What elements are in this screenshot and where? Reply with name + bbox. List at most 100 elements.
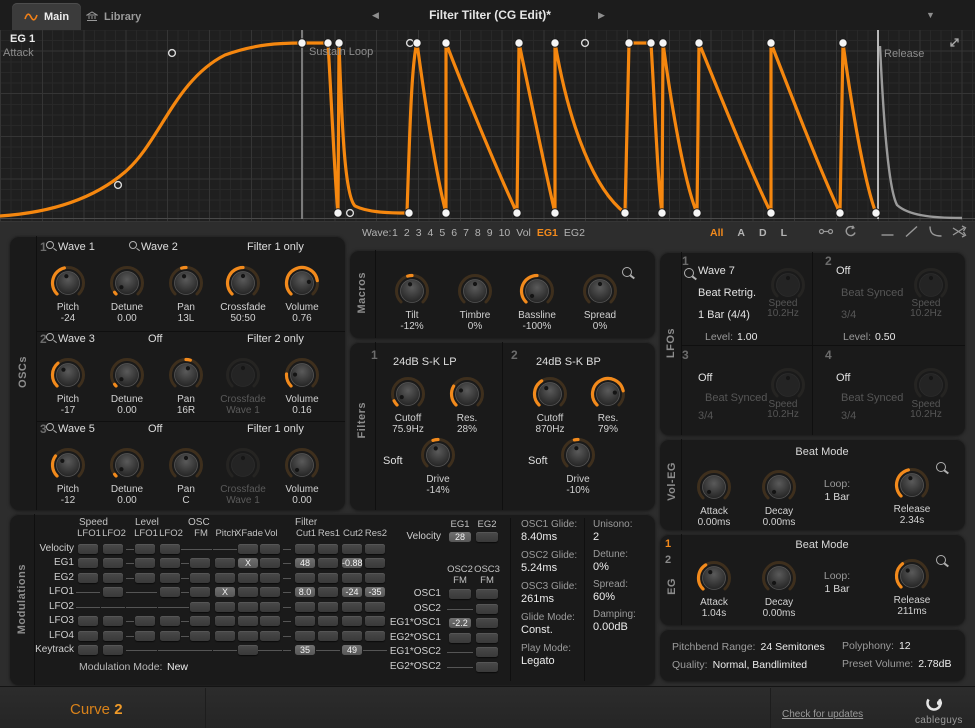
link-icon[interactable]	[818, 225, 834, 238]
osc2-detune-knob[interactable]: Detune0.00	[98, 353, 156, 416]
knob-dial[interactable]	[105, 261, 149, 305]
matrix-slot[interactable]	[238, 645, 258, 655]
random-shape-icon[interactable]	[952, 225, 969, 238]
glide-value[interactable]: 261ms	[521, 593, 554, 605]
unisono-value[interactable]: 2	[593, 531, 599, 543]
matrix-slot[interactable]	[215, 602, 235, 612]
matrix-slot[interactable]	[78, 631, 98, 641]
matrix-slot[interactable]	[260, 573, 280, 583]
eg-release-knob[interactable]: Release211ms	[883, 554, 941, 617]
matrix-slot[interactable]	[318, 587, 338, 597]
matrix-slot[interactable]	[295, 631, 315, 641]
filter1-cutoff-knob[interactable]: Cutoff75.9Hz	[379, 372, 437, 435]
osc3-pitch-knob[interactable]: Pitch-12	[39, 443, 97, 506]
matrix-slot[interactable]	[260, 616, 280, 626]
matrix-slot[interactable]	[160, 558, 180, 568]
knob-dial[interactable]	[164, 443, 208, 487]
macro-spread-knob[interactable]: Spread0%	[571, 269, 629, 332]
glide-value[interactable]: Legato	[521, 655, 555, 667]
lfo4-rate[interactable]: 3/4	[841, 410, 856, 422]
curve-handle[interactable]	[115, 182, 122, 189]
curve-handle[interactable]	[582, 40, 589, 47]
eg-curve[interactable]	[0, 43, 876, 216]
matrix-slot[interactable]	[215, 616, 235, 626]
filter2-drive-knob[interactable]: Drive-10%	[549, 433, 607, 496]
menu-dropdown-button[interactable]: ▼	[926, 10, 935, 20]
knob-dial[interactable]	[164, 353, 208, 397]
knob-dial[interactable]	[692, 556, 736, 600]
wave-select-3[interactable]: 3	[416, 227, 422, 239]
unisono-value[interactable]: 0.00dB	[593, 621, 628, 633]
osc1-pan-knob[interactable]: Pan13L	[157, 261, 215, 324]
osc1-pitch-knob[interactable]: Pitch-24	[39, 261, 97, 324]
lfo2-level[interactable]: Level:0.50	[843, 331, 895, 343]
matrix-slot[interactable]	[342, 631, 362, 641]
curve-handle[interactable]	[347, 210, 354, 217]
matrix-slot[interactable]	[215, 573, 235, 583]
matrix-slot[interactable]	[103, 573, 123, 583]
curve-point[interactable]	[658, 209, 666, 217]
knob-dial[interactable]	[386, 372, 430, 416]
step-shape-icon[interactable]	[880, 225, 895, 238]
filter2-drive-mode[interactable]: Soft	[528, 455, 548, 467]
curve-point[interactable]	[442, 39, 450, 47]
matrix-slot[interactable]	[365, 558, 385, 568]
matrix-slot[interactable]	[318, 616, 338, 626]
matrix-slot[interactable]	[238, 616, 258, 626]
knob-dial[interactable]	[280, 353, 324, 397]
knob-dial[interactable]	[46, 261, 90, 305]
matrix-slot[interactable]	[160, 587, 180, 597]
matrix-value[interactable]: 35	[295, 645, 315, 655]
fmmatrix-slot[interactable]	[476, 633, 498, 643]
matrix-slot[interactable]	[160, 616, 180, 626]
matrix-slot[interactable]	[260, 602, 280, 612]
osc1-filter-routing[interactable]: Filter 1 only	[247, 241, 304, 253]
matrix-slot[interactable]	[135, 573, 155, 583]
osc2-wave2-selector[interactable]: Off	[148, 333, 162, 345]
matrix-slot[interactable]	[78, 645, 98, 655]
vol-eg-decay-knob[interactable]: Decay0.00ms	[750, 465, 808, 528]
knob-dial[interactable]	[46, 353, 90, 397]
velmatrix-slot[interactable]	[476, 532, 498, 542]
osc3-wave1-selector[interactable]: Wave 5	[46, 423, 95, 435]
osc2-pitch-knob[interactable]: Pitch-17	[39, 353, 97, 416]
wave-select-1[interactable]: 1	[392, 227, 398, 239]
matrix-slot[interactable]	[295, 616, 315, 626]
matrix-value[interactable]: 8.0	[295, 587, 315, 597]
osc3-filter-routing[interactable]: Filter 1 only	[247, 423, 304, 435]
filter1-res-knob[interactable]: Res.28%	[438, 372, 496, 435]
wave-select-2[interactable]: 2	[404, 227, 410, 239]
polyphony-setting[interactable]: Polyphony:12	[842, 636, 911, 654]
eg-mode[interactable]: Beat Mode	[742, 539, 902, 551]
osc1-wave2-selector[interactable]: Wave 2	[129, 241, 178, 253]
curve-point[interactable]	[839, 39, 847, 47]
curve-handle[interactable]	[169, 50, 176, 57]
curve-point[interactable]	[334, 209, 342, 217]
matrix-slot[interactable]	[103, 616, 123, 626]
curve-point[interactable]	[513, 209, 521, 217]
osc3-wave2-selector[interactable]: Off	[148, 423, 162, 435]
matrix-slot[interactable]	[215, 558, 235, 568]
ramp-shape-icon[interactable]	[904, 225, 919, 238]
knob-dial[interactable]	[105, 353, 149, 397]
matrix-slot[interactable]	[238, 602, 258, 612]
knob-dial[interactable]	[757, 465, 801, 509]
knob-dial[interactable]	[445, 372, 489, 416]
lfo2-rate[interactable]: 3/4	[841, 309, 856, 321]
curve-shape-icon[interactable]	[928, 225, 943, 238]
eg-editor-graph[interactable]: EG 1 Attack Sustain Loop Release	[0, 30, 975, 222]
matrix-slot[interactable]	[103, 558, 123, 568]
osc2-wave1-selector[interactable]: Wave 3	[46, 333, 95, 345]
matrix-slot[interactable]	[342, 602, 362, 612]
vol-eg-attack-knob[interactable]: Attack0.00ms	[685, 465, 743, 528]
matrix-slot[interactable]	[190, 631, 210, 641]
matrix-slot[interactable]	[78, 573, 98, 583]
osc1-wave1-selector[interactable]: Wave 1	[46, 241, 95, 253]
eg-curve-canvas[interactable]	[0, 30, 975, 222]
matrix-slot[interactable]	[342, 616, 362, 626]
vol-eg-mode[interactable]: Beat Mode	[742, 446, 902, 458]
matrix-value[interactable]: X	[238, 558, 258, 568]
mode-a[interactable]: A	[737, 227, 745, 239]
osc3-pan-knob[interactable]: PanC	[157, 443, 215, 506]
matrix-slot[interactable]	[318, 558, 338, 568]
